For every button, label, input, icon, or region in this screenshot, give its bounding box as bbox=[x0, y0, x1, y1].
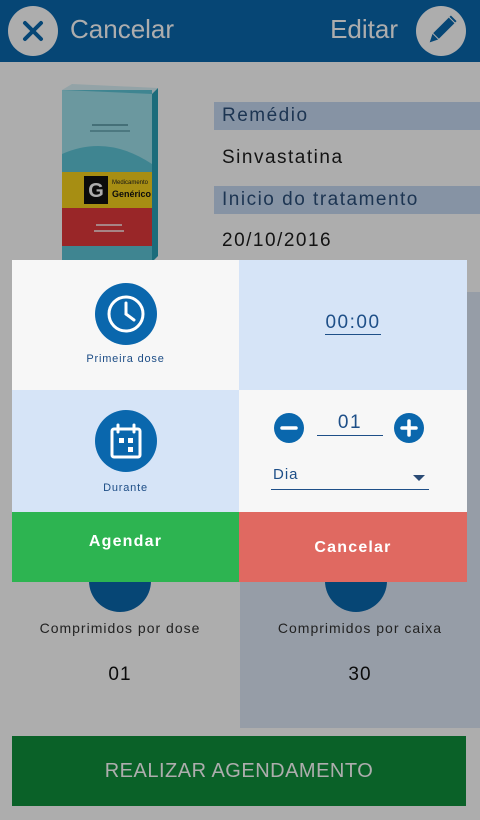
chevron-down-icon bbox=[413, 475, 425, 481]
clock-icon bbox=[95, 283, 157, 345]
decrement-button[interactable] bbox=[274, 413, 304, 443]
schedule-dialog: Primeira dose 00:00 Durante 01 Dia Agend… bbox=[12, 260, 467, 582]
time-picker-value[interactable]: 00:00 bbox=[239, 312, 467, 335]
agendar-button[interactable]: Agendar bbox=[12, 512, 239, 582]
duration-cell: Durante bbox=[12, 390, 239, 512]
first-dose-cell: Primeira dose bbox=[12, 260, 239, 390]
calendar-glyph bbox=[110, 423, 142, 459]
duration-input-cell: 01 Dia bbox=[239, 390, 467, 512]
plus-icon bbox=[400, 419, 418, 437]
calendar-icon bbox=[95, 410, 157, 472]
duration-label: Durante bbox=[103, 482, 148, 494]
dialog-cancel-button[interactable]: Cancelar bbox=[239, 512, 467, 582]
duration-unit-value: Dia bbox=[273, 466, 299, 483]
first-dose-label: Primeira dose bbox=[86, 353, 165, 365]
increment-button[interactable] bbox=[394, 413, 424, 443]
time-text[interactable]: 00:00 bbox=[325, 312, 381, 335]
time-cell[interactable]: 00:00 bbox=[239, 260, 467, 390]
clock-glyph bbox=[107, 295, 145, 333]
duration-quantity-input[interactable]: 01 bbox=[317, 412, 383, 436]
minus-icon bbox=[280, 426, 298, 430]
duration-unit-select[interactable]: Dia bbox=[271, 466, 429, 490]
